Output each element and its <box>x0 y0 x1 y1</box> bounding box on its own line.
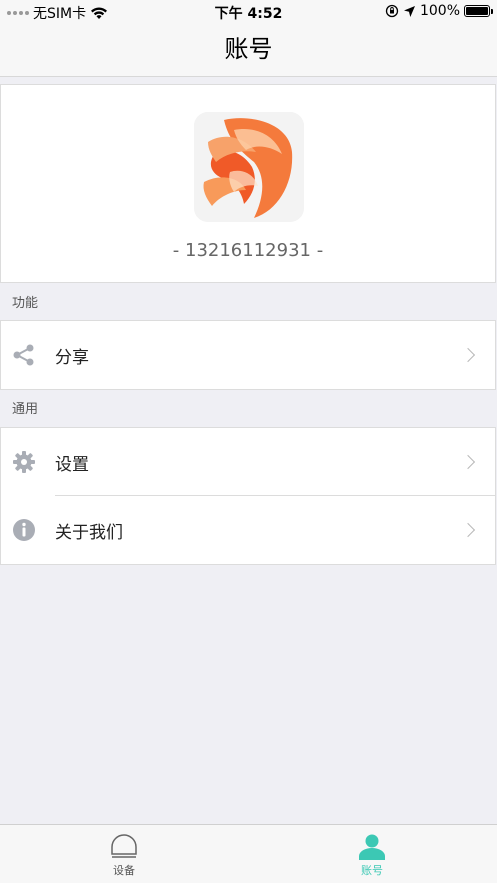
location-arrow-icon <box>403 5 415 17</box>
general-group: 设置 关于我们 <box>0 427 496 565</box>
profile-card: - 13216112931 - <box>0 84 496 283</box>
tab-bar: 设备 账号 <box>0 824 497 883</box>
list-item-label: 分享 <box>55 347 89 368</box>
list-item-share[interactable]: 分享 <box>1 321 495 389</box>
info-icon <box>12 518 36 542</box>
person-icon <box>359 834 385 860</box>
chevron-right-icon <box>460 454 476 470</box>
battery-icon <box>464 5 493 17</box>
chevron-right-icon <box>460 522 476 538</box>
gear-icon <box>12 450 36 474</box>
tab-device[interactable]: 设备 <box>0 825 248 883</box>
battery-percent: 100% <box>419 3 460 19</box>
avatar[interactable] <box>194 112 304 222</box>
tab-label: 账号 <box>361 864 383 877</box>
tab-label: 设备 <box>113 864 135 877</box>
orientation-lock-icon <box>385 4 399 18</box>
nav-bar: 账号 <box>0 24 497 77</box>
list-item-label: 关于我们 <box>55 522 123 543</box>
list-item-settings[interactable]: 设置 <box>1 428 495 496</box>
account-screen: 无SIM卡 下午 4:52 100% 账号 - 13216112931 - 功能… <box>0 0 497 883</box>
features-group: 分享 <box>0 320 496 390</box>
page-title: 账号 <box>224 35 273 63</box>
status-right: 100% <box>385 3 493 19</box>
section-header-general: 通用 <box>12 402 39 417</box>
list-item-label: 设置 <box>55 454 89 475</box>
betta-fish-avatar-icon <box>194 112 304 222</box>
status-bar: 无SIM卡 下午 4:52 100% <box>0 0 497 24</box>
device-icon <box>111 834 137 858</box>
tab-account[interactable]: 账号 <box>248 825 496 883</box>
section-header-features: 功能 <box>12 296 39 311</box>
share-icon <box>12 343 36 367</box>
phone-number: - 13216112931 - <box>172 240 324 261</box>
chevron-right-icon <box>460 347 476 363</box>
list-item-about[interactable]: 关于我们 <box>1 496 495 564</box>
